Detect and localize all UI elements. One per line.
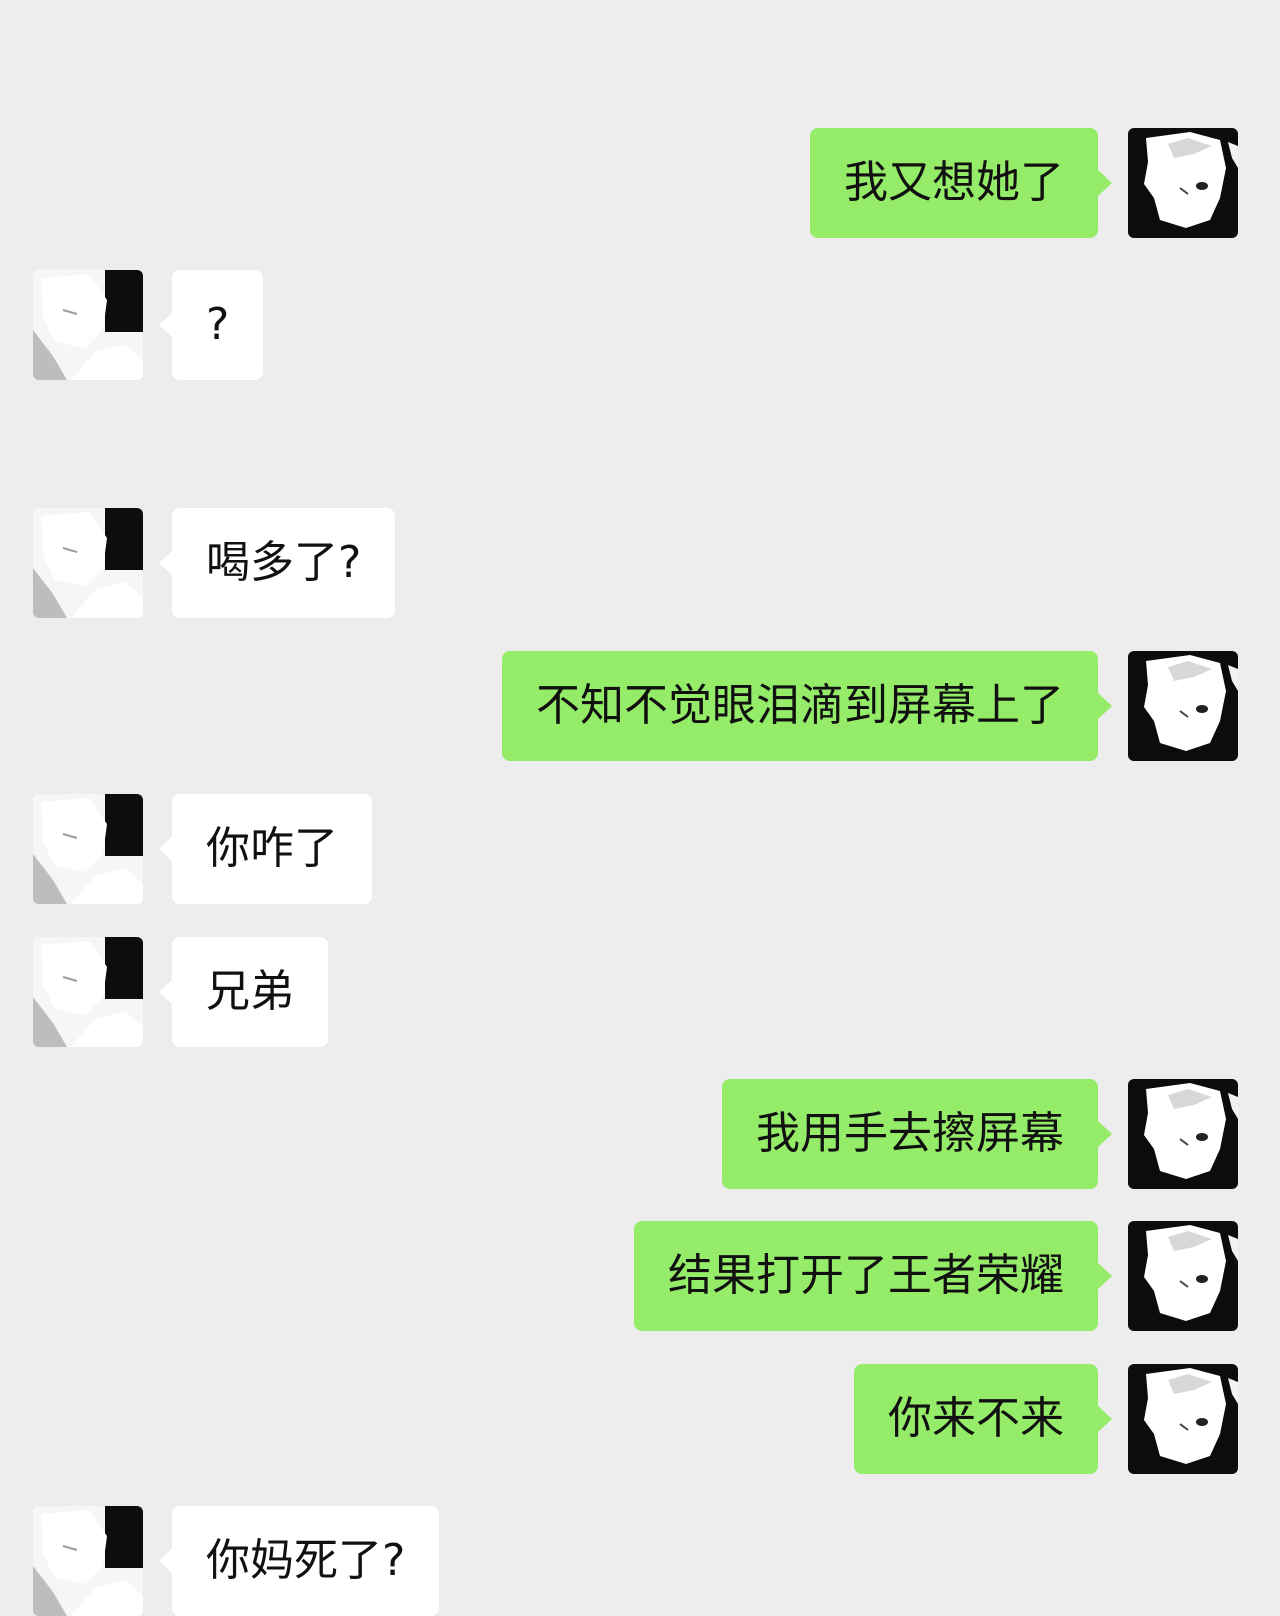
message-row-sent: 你来不来 (0, 1364, 1280, 1474)
received-message-bubble[interactable]: 你咋了 (172, 794, 372, 904)
sent-message-bubble[interactable]: 你来不来 (854, 1364, 1098, 1474)
message-row-received: 喝多了? (0, 508, 1280, 618)
bubble-tail (159, 550, 173, 576)
sent-message-bubble[interactable]: 我又想她了 (810, 128, 1098, 238)
my-avatar[interactable] (1128, 1221, 1238, 1331)
my-avatar[interactable] (1128, 128, 1238, 238)
bubble-tail (159, 312, 173, 338)
received-message-bubble[interactable]: 喝多了? (172, 508, 396, 618)
bubble-tail (159, 979, 173, 1005)
bubble-tail (159, 836, 173, 862)
contact-avatar[interactable] (33, 1506, 143, 1616)
chat-message-list: 我又想她了 ? 喝多了? 不知不觉眼泪滴到屏幕上了 你咋了 兄弟 我用手去擦屏幕… (0, 0, 1280, 1616)
contact-avatar[interactable] (33, 270, 143, 380)
received-message-bubble[interactable]: 你妈死了? (172, 1506, 440, 1616)
message-row-received: ? (0, 270, 1280, 380)
my-avatar[interactable] (1128, 1364, 1238, 1474)
received-message-bubble[interactable]: 兄弟 (172, 937, 328, 1047)
my-avatar[interactable] (1128, 651, 1238, 761)
sent-message-bubble[interactable]: 不知不觉眼泪滴到屏幕上了 (502, 651, 1098, 761)
message-row-sent: 结果打开了王者荣耀 (0, 1221, 1280, 1331)
bubble-tail (1098, 1406, 1112, 1432)
message-row-sent: 我又想她了 (0, 128, 1280, 238)
message-row-sent: 我用手去擦屏幕 (0, 1079, 1280, 1189)
bubble-tail (1098, 693, 1112, 719)
message-row-received: 你妈死了? (0, 1506, 1280, 1616)
bubble-tail (1098, 1263, 1112, 1289)
message-row-sent: 不知不觉眼泪滴到屏幕上了 (0, 651, 1280, 761)
sent-message-bubble[interactable]: 我用手去擦屏幕 (722, 1079, 1098, 1189)
bubble-tail (1098, 170, 1112, 196)
received-message-bubble[interactable]: ? (172, 270, 264, 380)
contact-avatar[interactable] (33, 508, 143, 618)
sent-message-bubble[interactable]: 结果打开了王者荣耀 (634, 1221, 1098, 1331)
contact-avatar[interactable] (33, 937, 143, 1047)
message-row-received: 你咋了 (0, 794, 1280, 904)
my-avatar[interactable] (1128, 1079, 1238, 1189)
bubble-tail (159, 1548, 173, 1574)
message-row-received: 兄弟 (0, 937, 1280, 1047)
contact-avatar[interactable] (33, 794, 143, 904)
bubble-tail (1098, 1121, 1112, 1147)
